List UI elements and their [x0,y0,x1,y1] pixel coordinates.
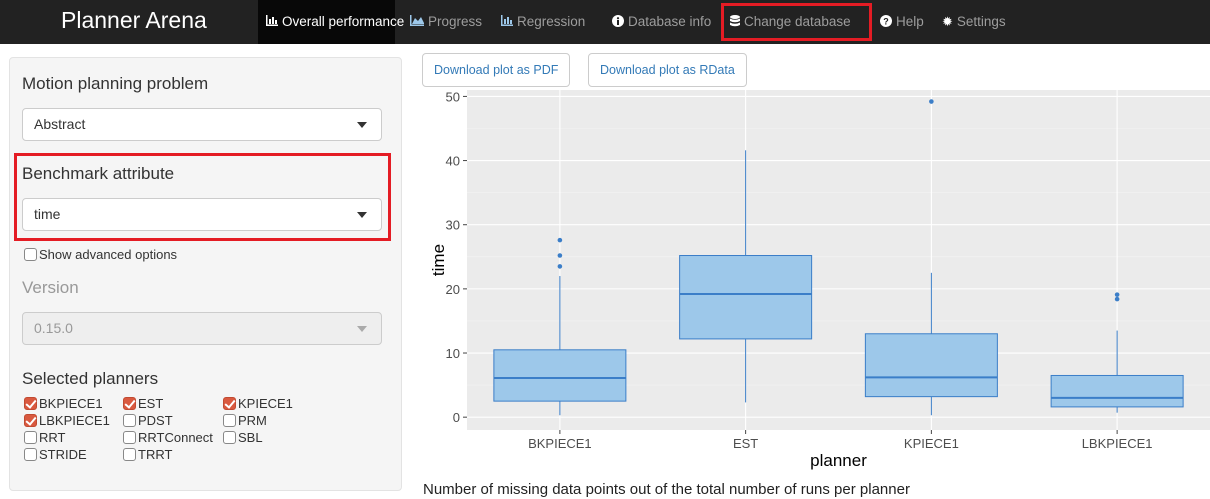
outlier-point [557,237,563,243]
checkbox[interactable] [123,414,136,427]
tab-overall-performance[interactable]: Overall performance [258,0,404,44]
box-est [679,255,813,340]
download-pdf-button[interactable]: Download plot as PDF [422,53,571,87]
tab-label: Settings [956,14,1006,29]
planner-label: PRM [238,413,267,428]
checkbox[interactable] [123,397,136,410]
checkbox[interactable] [223,397,236,410]
outlier-point [1114,292,1120,297]
planner-checkbox-pdst[interactable]: PDST [123,413,173,428]
planner-label: LBKPIECE1 [39,413,110,428]
tab-progress[interactable]: Progress [410,0,482,44]
planner-checkbox-kpiece1[interactable]: KPIECE1 [223,396,293,411]
tab-help[interactable]: ? Help [880,0,924,44]
planner-label: KPIECE1 [238,396,293,411]
checkbox[interactable] [223,414,236,427]
change-database-highlight [721,3,872,41]
planner-label: STRIDE [39,447,87,462]
checkbox[interactable] [24,248,37,261]
tab-label: Progress [428,14,483,29]
boxplot-chart: 0 10 20 30 40 50 BKPIECE1 EST KPIECE1 LBKPIECE1 pl… [429,90,1210,470]
y-axis-label: time [429,244,448,276]
tab-database-info[interactable]: Database info [612,0,711,44]
box-bkpiece1 [493,349,627,402]
box-lbkpiece1 [1050,374,1184,408]
tab-settings[interactable]: ✹ Settings [942,0,1006,44]
planner-checkbox-prm[interactable]: PRM [223,413,267,428]
x-tick-label: BKPIECE1 [528,436,592,451]
svg-text:?: ? [883,17,889,27]
planner-checkbox-sbl[interactable]: SBL [223,430,263,445]
planner-checkbox-stride[interactable]: STRIDE [24,447,87,462]
gear-icon: ✹ [942,14,953,29]
y-tick-label: 50 [446,90,460,104]
planners-label: Selected planners [22,369,159,388]
outlier-point [557,253,563,258]
brand[interactable]: Planner Arena [61,7,207,34]
x-tick-label: KPIECE1 [904,436,959,451]
planner-label: BKPIECE1 [39,396,103,411]
checkbox[interactable] [24,414,37,427]
x-tick-label: LBKPIECE1 [1082,436,1153,451]
y-tick-label: 0 [453,410,460,425]
checkbox[interactable] [24,431,37,444]
version-value: 0.15.0 [34,320,73,336]
planner-label: RRT [39,430,66,445]
area-chart-icon [410,0,424,44]
y-tick-label: 30 [446,218,460,233]
download-rdata-button[interactable]: Download plot as RData [588,53,747,87]
sidebar-panel: Motion planning problem Abstract Benchma… [9,57,402,491]
box-kpiece1 [864,333,998,398]
checkbox[interactable] [223,431,236,444]
info-icon [612,0,624,44]
y-tick-label: 10 [446,346,460,361]
planner-label: EST [138,396,164,411]
x-tick-label: EST [733,436,758,451]
checkbox[interactable] [24,448,37,461]
planner-label: RRTConnect [138,430,213,445]
checkbox[interactable] [123,448,136,461]
checkbox[interactable] [24,397,37,410]
bar-chart-icon [266,0,278,44]
tab-label: Database info [628,14,712,29]
version-select[interactable]: 0.15.0 [22,312,382,345]
chevron-down-icon [357,326,367,332]
planner-checkbox-rrtconnect[interactable]: RRTConnect [123,430,213,445]
missing-data-note: Number of missing data points out of the… [423,481,910,498]
outlier-point [557,264,563,269]
problem-value: Abstract [34,116,86,132]
planner-checkbox-trrt[interactable]: TRRT [123,447,172,462]
planner-checkbox-lbkpiece1[interactable]: LBKPIECE1 [24,413,110,428]
bar-chart-icon [501,0,513,44]
planner-checkbox-bkpiece1[interactable]: BKPIECE1 [24,396,103,411]
tab-regression[interactable]: Regression [501,0,585,44]
planner-checkbox-est[interactable]: EST [123,396,163,411]
tab-label: Overall performance [282,14,405,29]
outlier-point [1114,296,1120,302]
problem-select[interactable]: Abstract [22,108,382,141]
planner-checkbox-rrt[interactable]: RRT [24,430,65,445]
advanced-options-checkbox[interactable]: Show advanced options [24,247,177,262]
planner-label: TRRT [138,447,173,462]
tab-label: Help [896,14,924,29]
planner-label: PDST [138,413,173,428]
y-tick-label: 40 [446,154,460,169]
version-label: Version [22,278,79,297]
chevron-down-icon [357,122,367,128]
benchmark-attribute-highlight [14,153,391,241]
navbar: Planner Arena Overall performance Progre… [0,0,1210,44]
problem-label: Motion planning problem [22,74,209,93]
x-axis-label: planner [810,451,867,470]
question-icon: ? [880,0,892,44]
outlier-point [929,99,934,104]
checkbox[interactable] [123,431,136,444]
y-tick-label: 20 [446,282,460,297]
planner-label: SBL [238,430,263,445]
advanced-options-label: Show advanced options [39,247,178,262]
tab-label: Regression [517,14,586,29]
